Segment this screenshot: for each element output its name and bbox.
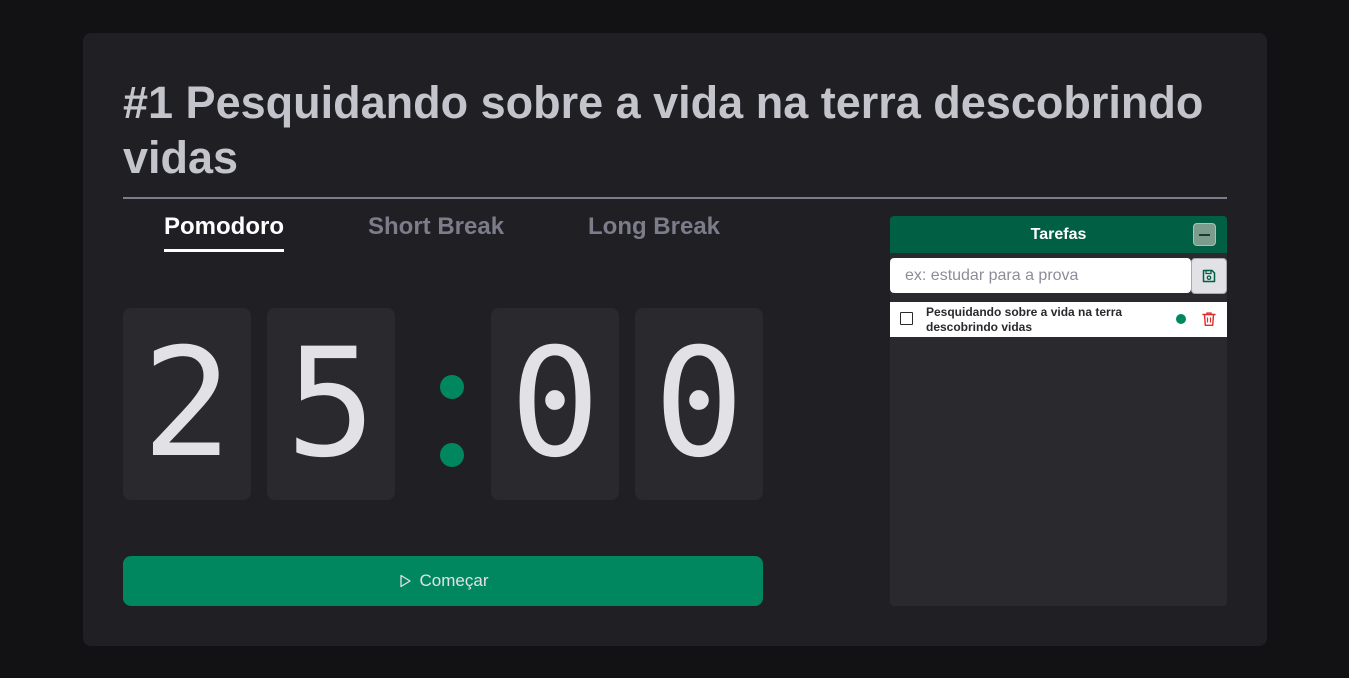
mode-tabs: Pomodoro Short Break Long Break — [123, 213, 763, 253]
tab-short-break[interactable]: Short Break — [368, 213, 504, 249]
task-status-dot — [1176, 314, 1186, 324]
task-item: Pesquidando sobre a vida na terra descob… — [890, 302, 1227, 337]
start-button[interactable]: Começar — [123, 556, 763, 606]
separator-dot-bottom — [440, 443, 464, 467]
timer-separator — [411, 308, 491, 500]
seconds-tens-digit: 0 — [491, 308, 619, 500]
collapse-tasks-button[interactable] — [1193, 223, 1216, 246]
tasks-panel: Tarefas Pesquidando sobre a vida na terr… — [890, 216, 1227, 606]
new-task-input[interactable] — [890, 258, 1191, 293]
seconds-ones-digit: 0 — [635, 308, 763, 500]
minus-icon — [1199, 234, 1210, 236]
task-text: Pesquidando sobre a vida na terra descob… — [926, 305, 1123, 334]
countdown-timer: 2 5 0 0 — [123, 308, 763, 500]
save-icon — [1202, 269, 1216, 283]
minutes-tens-digit: 2 — [123, 308, 251, 500]
tab-pomodoro[interactable]: Pomodoro — [164, 213, 284, 252]
tasks-header: Tarefas — [890, 216, 1227, 253]
pomodoro-card: #1 Pesquidando sobre a vida na terra des… — [83, 33, 1267, 646]
delete-task-button[interactable] — [1200, 310, 1218, 328]
page-title: #1 Pesquidando sobre a vida na terra des… — [123, 77, 1204, 183]
tab-long-break[interactable]: Long Break — [588, 213, 720, 249]
separator-dot-top — [440, 375, 464, 399]
tasks-title: Tarefas — [1030, 226, 1087, 243]
save-task-button[interactable] — [1191, 258, 1227, 294]
task-checkbox[interactable] — [900, 312, 913, 325]
play-icon — [398, 574, 412, 588]
trash-icon — [1200, 310, 1218, 328]
start-button-label: Começar — [419, 571, 489, 590]
title-divider — [123, 197, 1227, 199]
minutes-ones-digit: 5 — [267, 308, 395, 500]
